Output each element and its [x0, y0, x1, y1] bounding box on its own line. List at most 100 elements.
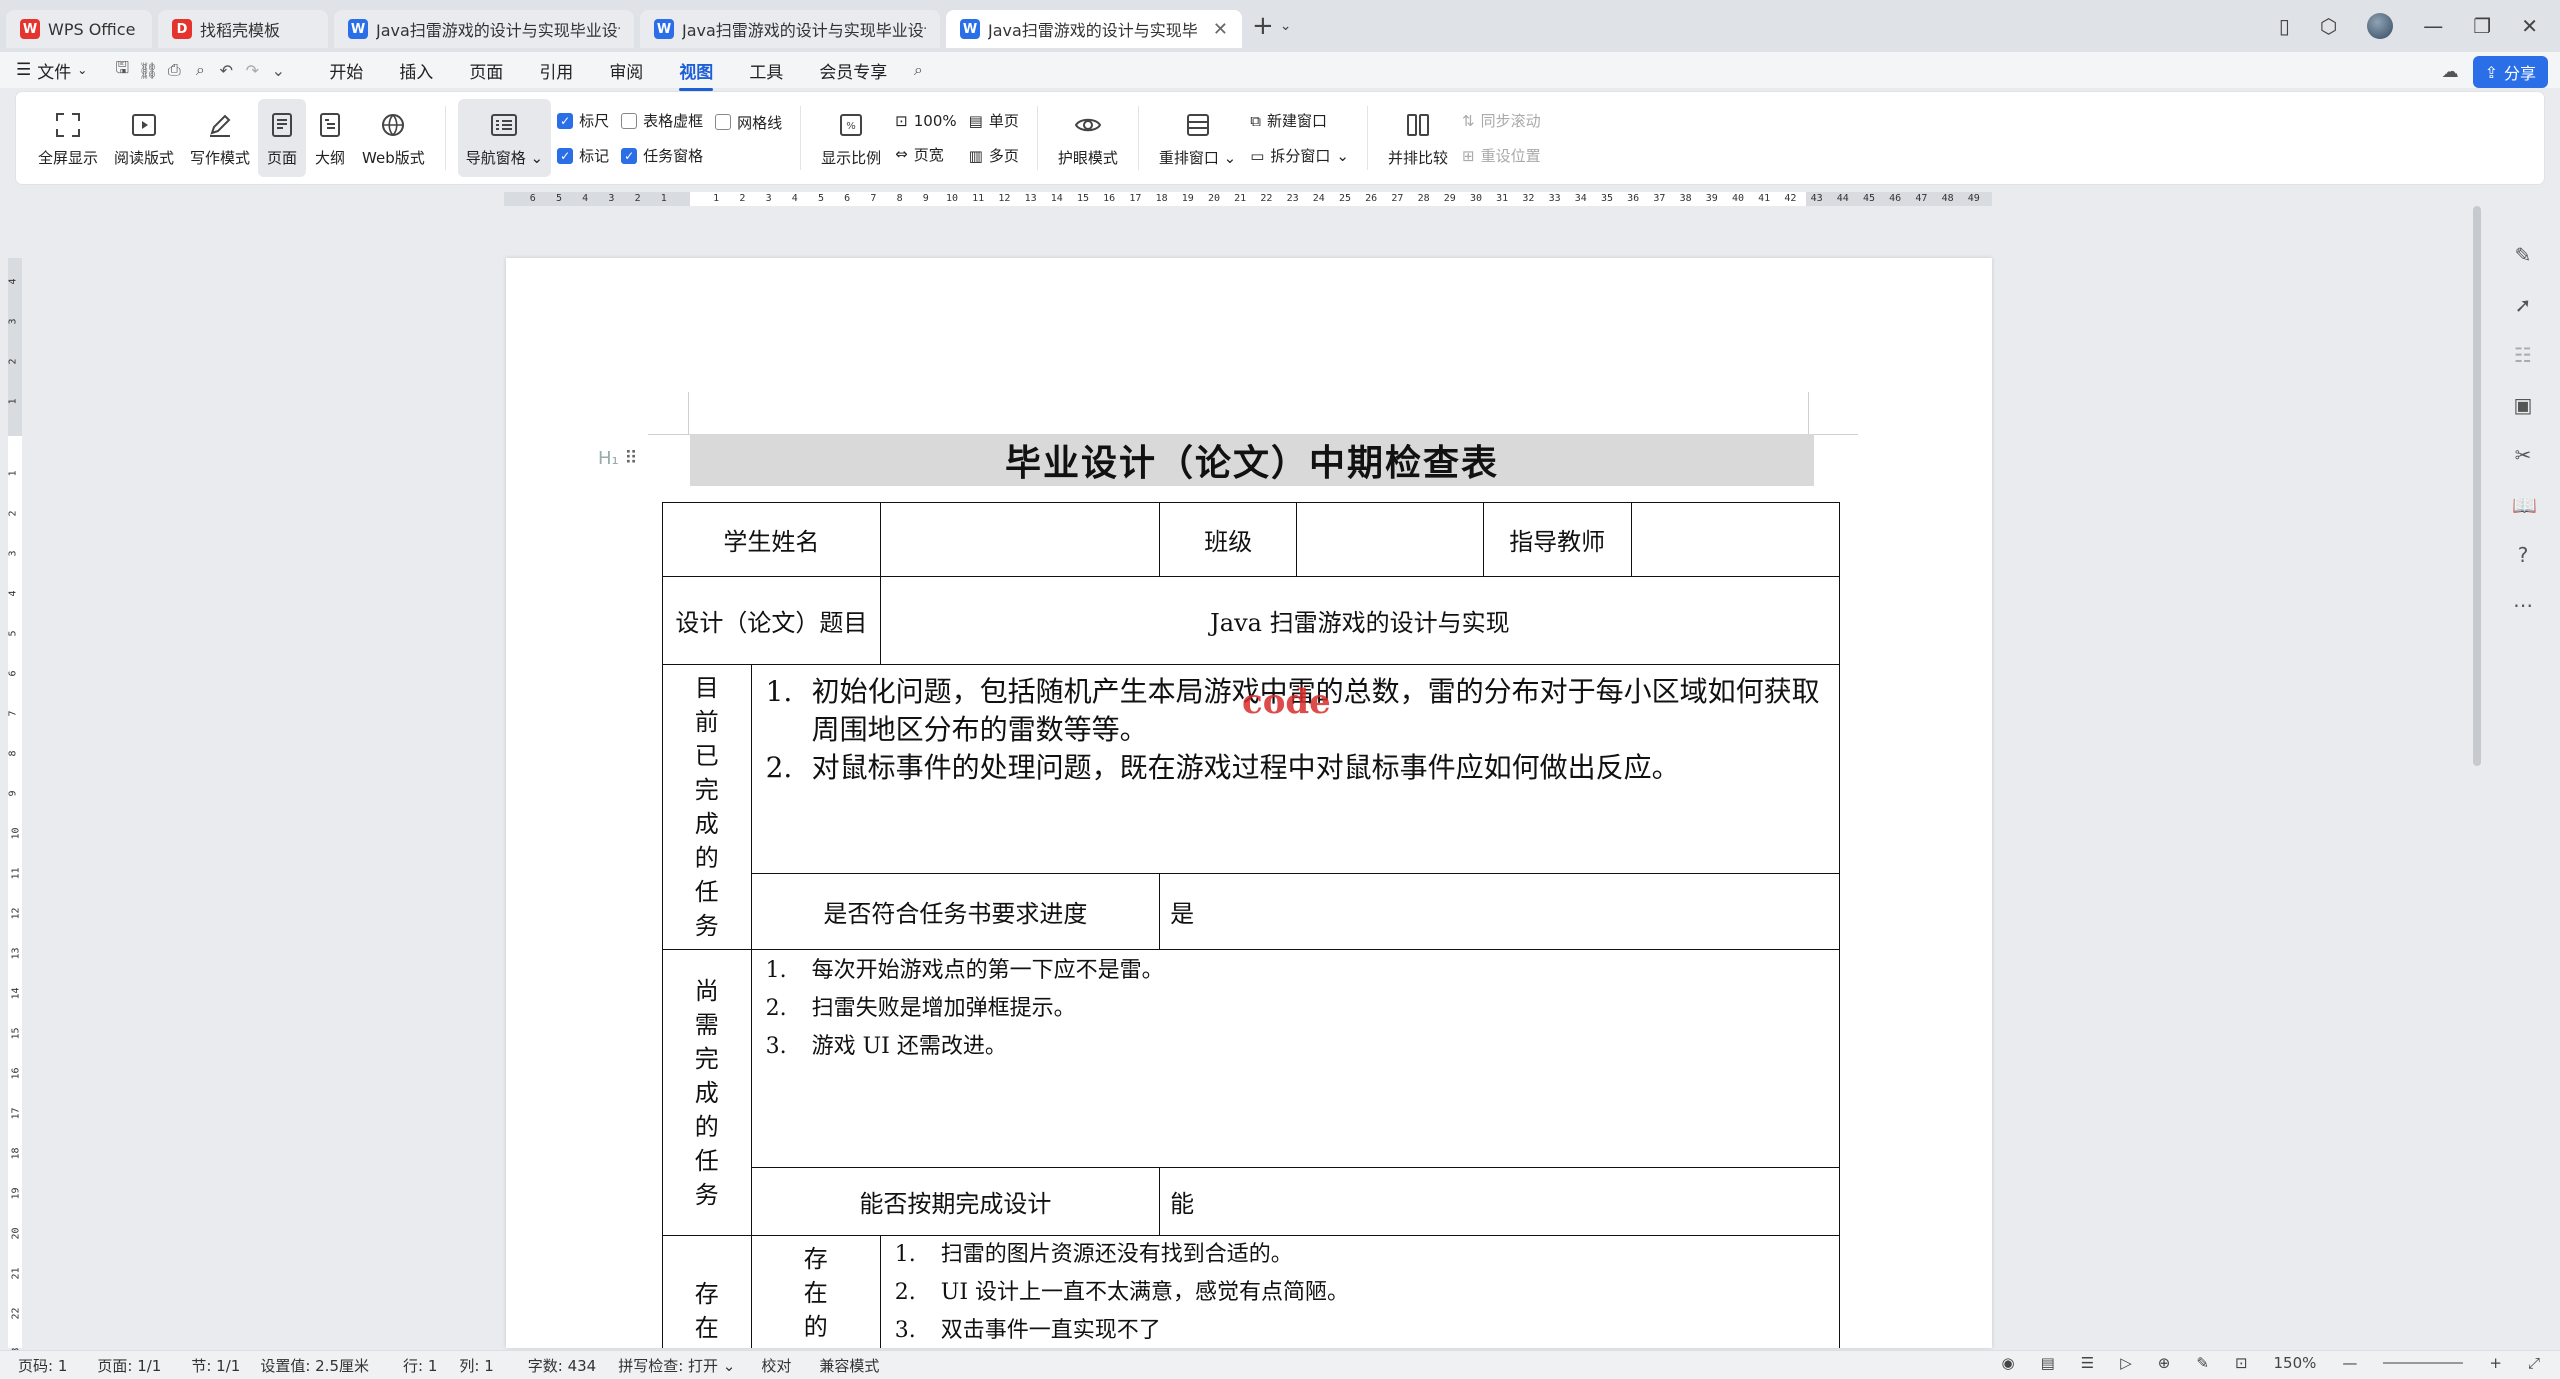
gridlines-checkbox[interactable]: 网格线 [715, 112, 782, 133]
hundred-percent-button[interactable]: ⊡ 100% [895, 112, 956, 130]
zoom-level[interactable]: 150% [2274, 1354, 2317, 1372]
status-spell-check[interactable]: 拼写检查: 打开 ⌄ [618, 1355, 735, 1376]
multi-page-button[interactable]: ▥ 多页 [969, 145, 1019, 166]
search-icon[interactable]: ⌕ [905, 60, 931, 80]
class-value[interactable] [1296, 502, 1484, 577]
eye-care-button[interactable]: 护眼模式 [1050, 99, 1126, 177]
zoom-out-icon[interactable]: — [2342, 1354, 2357, 1372]
status-page-number[interactable]: 页码: 1 [18, 1355, 67, 1376]
drag-handle-icon[interactable]: ⠿ [625, 448, 638, 469]
pen-icon[interactable]: ✎ [2512, 244, 2534, 266]
close-window-icon[interactable]: ✕ [2521, 14, 2538, 38]
tab-review[interactable]: 审阅 [609, 58, 643, 83]
undo-icon[interactable]: ↶ [213, 61, 239, 80]
tab-docer-templates[interactable]: D 找稻壳模板 [158, 10, 328, 48]
status-section[interactable]: 节: 1/1 [191, 1355, 240, 1376]
reset-position-button[interactable]: ⊞ 重设位置 [1462, 145, 1541, 166]
print-icon[interactable]: ⎙ [161, 60, 187, 80]
zoom-in-icon[interactable]: + [2489, 1354, 2502, 1372]
print-preview-icon[interactable]: ⌕ [187, 60, 213, 80]
sync-scroll-button[interactable]: ⇅ 同步滚动 [1462, 110, 1541, 131]
topic-value[interactable]: Java 扫雷游戏的设计与实现 [879, 576, 1841, 665]
share-link-icon[interactable]: ⛓ [135, 61, 161, 80]
page-width-button[interactable]: ⇔ 页宽 [895, 144, 956, 165]
reading-layout-button[interactable]: 阅读版式 [106, 99, 182, 177]
page-view-icon[interactable]: ▤ [2041, 1354, 2055, 1372]
tab-view[interactable]: 视图 [679, 58, 714, 91]
tab-references[interactable]: 引用 [539, 58, 573, 83]
new-window-button[interactable]: ⧉ 新建窗口 [1250, 110, 1349, 131]
document-title[interactable]: 毕业设计（论文）中期检查表 [1005, 434, 1499, 486]
tools-icon[interactable]: ✂ [2512, 444, 2534, 466]
ruler-checkbox[interactable]: ✓ 标尺 [557, 110, 609, 131]
rearrange-window-button[interactable]: 重排窗口 ⌄ [1151, 99, 1244, 177]
chevron-down-icon[interactable]: ⌄ [1280, 18, 1292, 34]
fullscreen-button[interactable]: 全屏显示 [30, 99, 106, 177]
tab-document-task[interactable]: W Java扫雷游戏的设计与实现毕业设计任 [640, 10, 940, 48]
eye-icon[interactable]: ◉ [2002, 1354, 2015, 1372]
layout-icon[interactable]: ▯ [2279, 14, 2290, 38]
tab-page[interactable]: 页面 [469, 58, 503, 83]
vertical-ruler[interactable]: 4321123456789101112131415161718192021222… [8, 258, 22, 1360]
remaining-tasks-cell[interactable]: 1. 每次开始游戏点的第一下应不是雷。 2. 扫雷失败是增加弹框提示。 3. 游戏 U… [750, 949, 1841, 1168]
close-tab-icon[interactable]: ✕ [1213, 19, 1228, 40]
globe-icon[interactable]: ⊕ [2158, 1354, 2171, 1372]
avatar[interactable] [2367, 13, 2394, 39]
nav-pane-button[interactable]: 导航窗格 ⌄ [457, 99, 552, 177]
tab-insert[interactable]: 插入 [399, 58, 433, 83]
horizontal-ruler[interactable]: 6 5 4 3 2 1 1 2 3 4 5 6 7 8 9 10 11 12 13 14 15 16 17 18 19 20 21 2… [504, 192, 1992, 206]
document-page[interactable]: H₁ ⠿ 毕业设计（论文）中期检查表 学生姓名 班级 指导教师 设计（论文）题目… [506, 258, 1992, 1348]
save-icon[interactable]: 🖫 [109, 57, 135, 84]
pen-icon[interactable]: ✎ [2196, 1354, 2209, 1372]
outline-view-icon[interactable]: ☰ [2081, 1354, 2094, 1372]
issues-cell[interactable]: 1. 扫雷的图片资源还没有找到合适的。 2. UI 设计上一直不太满意，感觉有点简陋… [879, 1235, 1841, 1348]
chevron-down-icon[interactable]: ⌄ [265, 61, 291, 80]
play-icon[interactable]: ▷ [2120, 1354, 2132, 1372]
status-column[interactable]: 列: 1 [459, 1355, 493, 1376]
tab-home[interactable]: 开始 [329, 58, 363, 83]
on-schedule-value[interactable]: 是 [1159, 873, 1840, 950]
student-name-value[interactable] [879, 502, 1161, 577]
sliders-icon[interactable]: ☷ [2512, 344, 2534, 366]
can-finish-value[interactable]: 能 [1159, 1167, 1840, 1236]
restore-icon[interactable]: ❐ [2473, 14, 2491, 38]
side-by-side-button[interactable]: 并排比较 [1380, 99, 1456, 177]
redo-icon[interactable]: ↷ [239, 61, 265, 80]
status-word-count[interactable]: 字数: 434 [528, 1355, 596, 1376]
status-setting[interactable]: 设置值: 2.5厘米 [260, 1355, 369, 1376]
heading-marker[interactable]: H₁ ⠿ [598, 448, 638, 469]
split-window-button[interactable]: ▭ 拆分窗口 ⌄ [1250, 145, 1349, 166]
fullscreen-icon[interactable]: ⤢ [2528, 1354, 2540, 1372]
zoom-button[interactable]: % 显示比例 [813, 99, 889, 177]
tab-document-midterm[interactable]: W Java扫雷游戏的设计与实现毕业设 ✕ [946, 10, 1242, 48]
outline-button[interactable]: 大纲 [306, 99, 354, 177]
web-layout-button[interactable]: Web版式 [354, 99, 433, 177]
status-line[interactable]: 行: 1 [403, 1355, 437, 1376]
cursor-icon[interactable]: ➚ [2512, 294, 2534, 316]
vertical-scrollbar[interactable] [2472, 196, 2482, 1346]
help-icon[interactable]: ? [2512, 544, 2534, 566]
image-edit-icon[interactable]: ▣ [2512, 394, 2534, 416]
status-proofread[interactable]: 校对 [761, 1355, 791, 1376]
share-button[interactable]: ⇪ 分享 [2472, 56, 2548, 88]
task-pane-checkbox[interactable]: ✓ 任务窗格 [621, 145, 703, 166]
single-page-button[interactable]: ▤ 单页 [969, 110, 1019, 131]
status-pages[interactable]: 页面: 1/1 [97, 1355, 161, 1376]
tab-wps-office[interactable]: W WPS Office [6, 10, 152, 48]
markup-checkbox[interactable]: ✓ 标记 [557, 145, 609, 166]
page-layout-button[interactable]: 页面 [258, 99, 307, 177]
minimize-icon[interactable]: — [2423, 14, 2443, 38]
more-icon[interactable]: ⋯ [2512, 594, 2534, 616]
file-menu[interactable]: ☰ 文件 ⌄ [16, 58, 87, 83]
cloud-sync-icon[interactable]: ☁ [2442, 62, 2459, 82]
tab-document-thesis[interactable]: W Java扫雷游戏的设计与实现毕业设计论 [334, 10, 634, 48]
cube-icon[interactable]: ⬡ [2320, 14, 2337, 38]
fit-page-icon[interactable]: ⊡ [2235, 1354, 2248, 1372]
new-tab-icon[interactable]: + [1252, 11, 1274, 41]
zoom-slider[interactable] [2383, 1362, 2464, 1364]
scrollbar-thumb[interactable] [2473, 206, 2481, 766]
table-gridlines-checkbox[interactable]: 表格虚框 [621, 110, 703, 131]
tab-tools[interactable]: 工具 [749, 58, 783, 83]
tab-member[interactable]: 会员专享 [819, 58, 887, 83]
book-icon[interactable]: 📖 [2512, 494, 2537, 516]
